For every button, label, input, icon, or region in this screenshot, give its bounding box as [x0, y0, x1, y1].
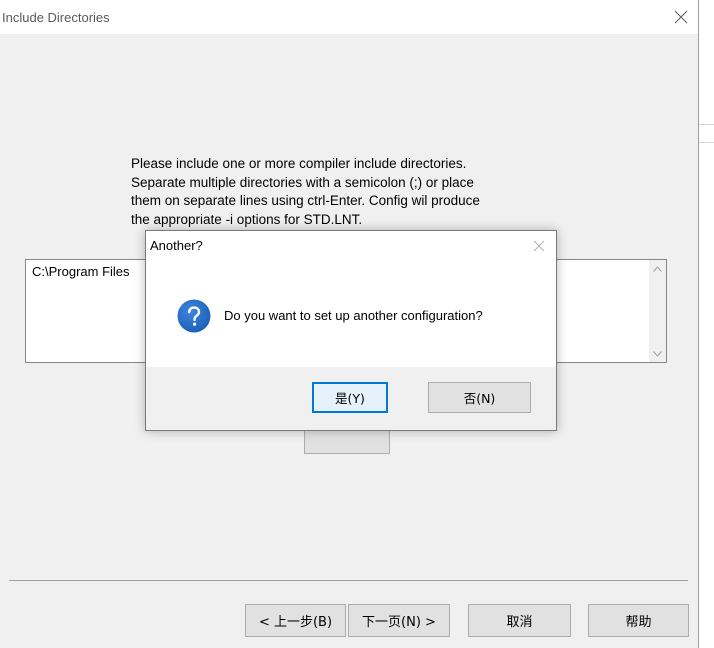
yes-button[interactable]: 是(Y): [312, 382, 388, 413]
dialog-body: Do you want to set up another configurat…: [146, 261, 556, 367]
chevron-up-icon[interactable]: [649, 260, 666, 277]
question-icon: [177, 299, 211, 333]
chevron-down-icon[interactable]: [649, 345, 666, 362]
another-config-dialog: Another? Do you want to set up another c…: [145, 230, 557, 431]
dialog-message: Do you want to set up another configurat…: [224, 308, 483, 323]
vertical-scrollbar[interactable]: [649, 260, 666, 362]
dialog-title: Another?: [150, 238, 203, 253]
instructions-text: Please include one or more compiler incl…: [131, 156, 480, 227]
next-button[interactable]: 下一页(N) >: [348, 604, 450, 637]
background-divider: [699, 142, 714, 143]
help-button[interactable]: 帮助: [588, 604, 689, 637]
screen: Include Directories Please include one o…: [0, 0, 714, 648]
no-button[interactable]: 否(N): [428, 382, 531, 413]
include-directories-value: C:\Program Files: [32, 264, 130, 279]
cancel-button[interactable]: 取消: [468, 604, 571, 637]
background-divider: [699, 124, 714, 125]
back-button[interactable]: < 上一步(B): [245, 604, 346, 637]
close-icon[interactable]: [670, 6, 692, 28]
dialog-title-bar: Another?: [146, 231, 556, 261]
background-window-edge: [699, 0, 714, 648]
main-window-title: Include Directories: [2, 10, 110, 25]
footer-separator: [9, 580, 688, 581]
main-title-bar: Include Directories: [0, 0, 698, 34]
close-icon[interactable]: [530, 237, 548, 255]
